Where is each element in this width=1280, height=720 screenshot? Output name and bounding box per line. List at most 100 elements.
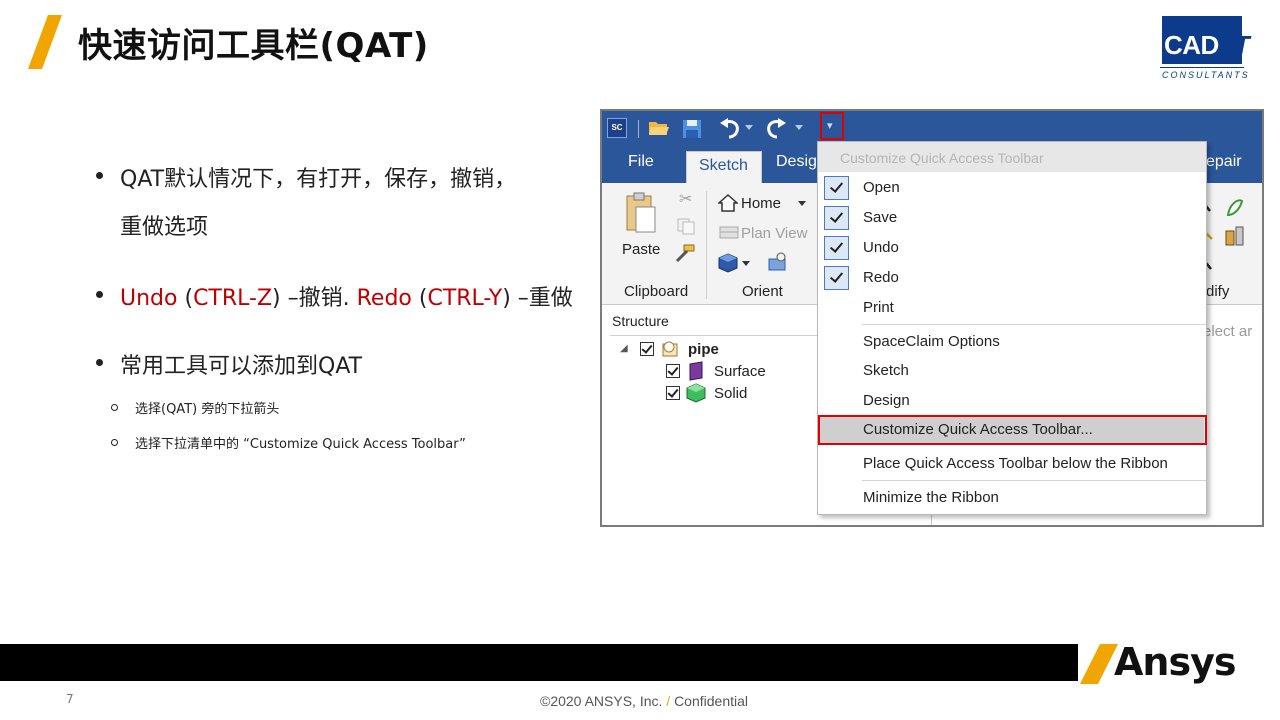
redo-term: Redo — [356, 286, 412, 311]
ansys-logo: Ansys — [1114, 640, 1236, 684]
format-painter-icon[interactable] — [674, 243, 696, 263]
tree-item-solid[interactable]: Solid — [714, 385, 747, 402]
save-icon[interactable] — [682, 119, 702, 139]
bullet-qat-default: QAT默认情况下，有打开，保存，撤销， — [120, 167, 517, 192]
tree-item-surface[interactable]: Surface — [714, 363, 766, 380]
surface-visibility-checkbox[interactable] — [666, 364, 680, 378]
ansys-slash-mark — [1080, 644, 1118, 684]
logo-wordmark: CAD-IT — [1164, 30, 1250, 61]
menu-item-place-qat-below[interactable]: Place Quick Access Toolbar below the Rib… — [818, 450, 1206, 478]
menu-item-label: SpaceClaim Options — [863, 333, 1000, 350]
sub-bullet-dot — [111, 439, 118, 446]
menu-header-label: Customize Quick Access Toolbar — [840, 150, 1044, 166]
check-icon — [824, 236, 849, 260]
qat-customize-menu: Customize Quick Access Toolbar Open Save… — [817, 141, 1207, 515]
menu-item-save[interactable]: Save — [818, 204, 1206, 232]
bullet-qat-default-cont: 重做选项 — [120, 215, 209, 240]
copy-icon[interactable] — [676, 217, 696, 235]
redo-dropdown-icon[interactable] — [795, 125, 803, 131]
logo-rule — [1160, 67, 1244, 68]
spaceclaim-app-icon[interactable]: SC — [607, 118, 627, 138]
copyright-text: ©2020 ANSYS, Inc. — [540, 693, 663, 709]
tab-sketch-label: Sketch — [699, 157, 748, 174]
menu-item-label: Sketch — [863, 362, 909, 379]
tab-design[interactable]: Desig — [776, 153, 817, 171]
pipe-visibility-checkbox[interactable] — [640, 342, 654, 356]
solid-body-icon — [686, 383, 706, 403]
orient-group-label: Orient — [742, 283, 783, 300]
menu-header: Customize Quick Access Toolbar — [818, 142, 1206, 172]
tree-item-pipe[interactable]: pipe — [688, 341, 719, 358]
menu-item-label: Open — [863, 179, 900, 196]
copyright-slash: / — [666, 693, 671, 709]
copyright-notice: ©2020 ANSYS, Inc. / Confidential — [540, 693, 748, 709]
undo-dropdown-icon[interactable] — [745, 125, 753, 131]
slide-title: 快速访问工具栏(QAT) — [78, 26, 429, 66]
paste-icon[interactable] — [624, 191, 658, 235]
bullet-undo-redo: Undo (CTRL-Z) –撤销. Redo (CTRL-Y) –重做 — [120, 280, 573, 312]
menu-item-open[interactable]: Open — [818, 174, 1206, 202]
open-folder-icon[interactable] — [648, 119, 670, 137]
tab-sketch[interactable]: Sketch — [686, 151, 762, 183]
check-icon — [824, 266, 849, 290]
logo-subtitle: CONSULTANTS — [1162, 70, 1250, 80]
undo-term: Undo — [120, 286, 178, 311]
redo-icon[interactable] — [764, 117, 788, 139]
menu-item-label: Place Quick Access Toolbar below the Rib… — [863, 455, 1168, 472]
toolbar-separator — [638, 120, 639, 138]
bullet-dot — [96, 359, 103, 366]
tab-repair[interactable]: epair — [1206, 153, 1242, 171]
solid-visibility-checkbox[interactable] — [666, 386, 680, 400]
undo-desc: ) –撤销. — [272, 286, 357, 311]
logo-it-text: -IT — [1218, 30, 1250, 60]
modify-group-label: dify — [1206, 283, 1230, 300]
menu-item-minimize-ribbon[interactable]: Minimize the Ribbon — [818, 484, 1206, 512]
home-view-button[interactable]: Home — [741, 195, 781, 212]
menu-item-redo[interactable]: Redo — [818, 264, 1206, 292]
confidential-label: Confidential — [674, 693, 748, 709]
menu-item-design[interactable]: Design — [818, 387, 1206, 415]
qat-dropdown-button[interactable]: ▾ — [820, 112, 844, 140]
chevron-down-icon: ▾ — [827, 119, 833, 132]
home-dropdown-icon[interactable] — [798, 201, 806, 207]
paren-open: ( — [411, 286, 428, 311]
menu-item-undo[interactable]: Undo — [818, 234, 1206, 262]
snap-view-icon[interactable] — [766, 251, 790, 273]
page-number: 7 — [66, 692, 74, 706]
design-component-icon — [662, 341, 678, 357]
menu-separator — [862, 480, 1206, 481]
plan-view-icon[interactable] — [718, 223, 740, 241]
modify-tools-icon-2[interactable] — [1202, 225, 1246, 249]
check-icon — [824, 176, 849, 200]
menu-item-label: Redo — [863, 269, 899, 286]
bullet-dot — [96, 291, 103, 298]
menu-item-label: Print — [863, 299, 894, 316]
tree-collapse-icon[interactable]: ◢ — [620, 343, 628, 354]
structure-panel-title: Structure — [612, 313, 669, 329]
sub-bullet-select-arrow: 选择(QAT) 旁的下拉箭头 — [135, 402, 280, 417]
canvas-hint-text: elect ar — [1203, 323, 1253, 340]
logo-cad-text: CAD — [1164, 30, 1219, 60]
menu-item-spaceclaim-options[interactable]: SpaceClaim Options — [818, 328, 1206, 356]
redo-desc: ) –重做 — [502, 286, 573, 311]
title-accent-slash — [28, 15, 62, 69]
menu-item-label: Minimize the Ribbon — [863, 489, 999, 506]
view-cube-icon[interactable] — [718, 253, 738, 273]
tab-file[interactable]: File — [628, 153, 654, 171]
menu-item-print[interactable]: Print — [818, 294, 1206, 322]
menu-item-label: Design — [863, 392, 910, 409]
surface-body-icon — [689, 361, 703, 381]
check-icon — [824, 206, 849, 230]
undo-icon[interactable] — [718, 117, 742, 139]
paste-button-label[interactable]: Paste — [622, 241, 660, 258]
view-cube-dropdown-icon[interactable] — [742, 261, 750, 267]
menu-item-label: Undo — [863, 239, 899, 256]
bullet-add-tools: 常用工具可以添加到QAT — [120, 354, 363, 379]
menu-item-sketch[interactable]: Sketch — [818, 357, 1206, 385]
home-icon[interactable] — [718, 194, 738, 212]
highlight-frame — [818, 415, 1207, 445]
cut-icon[interactable]: ✂ — [679, 189, 692, 209]
plan-view-button[interactable]: Plan View — [741, 225, 807, 242]
sub-bullet-select-customize: 选择下拉清单中的 “Customize Quick Access Toolbar… — [135, 437, 466, 452]
menu-item-label: Save — [863, 209, 898, 226]
